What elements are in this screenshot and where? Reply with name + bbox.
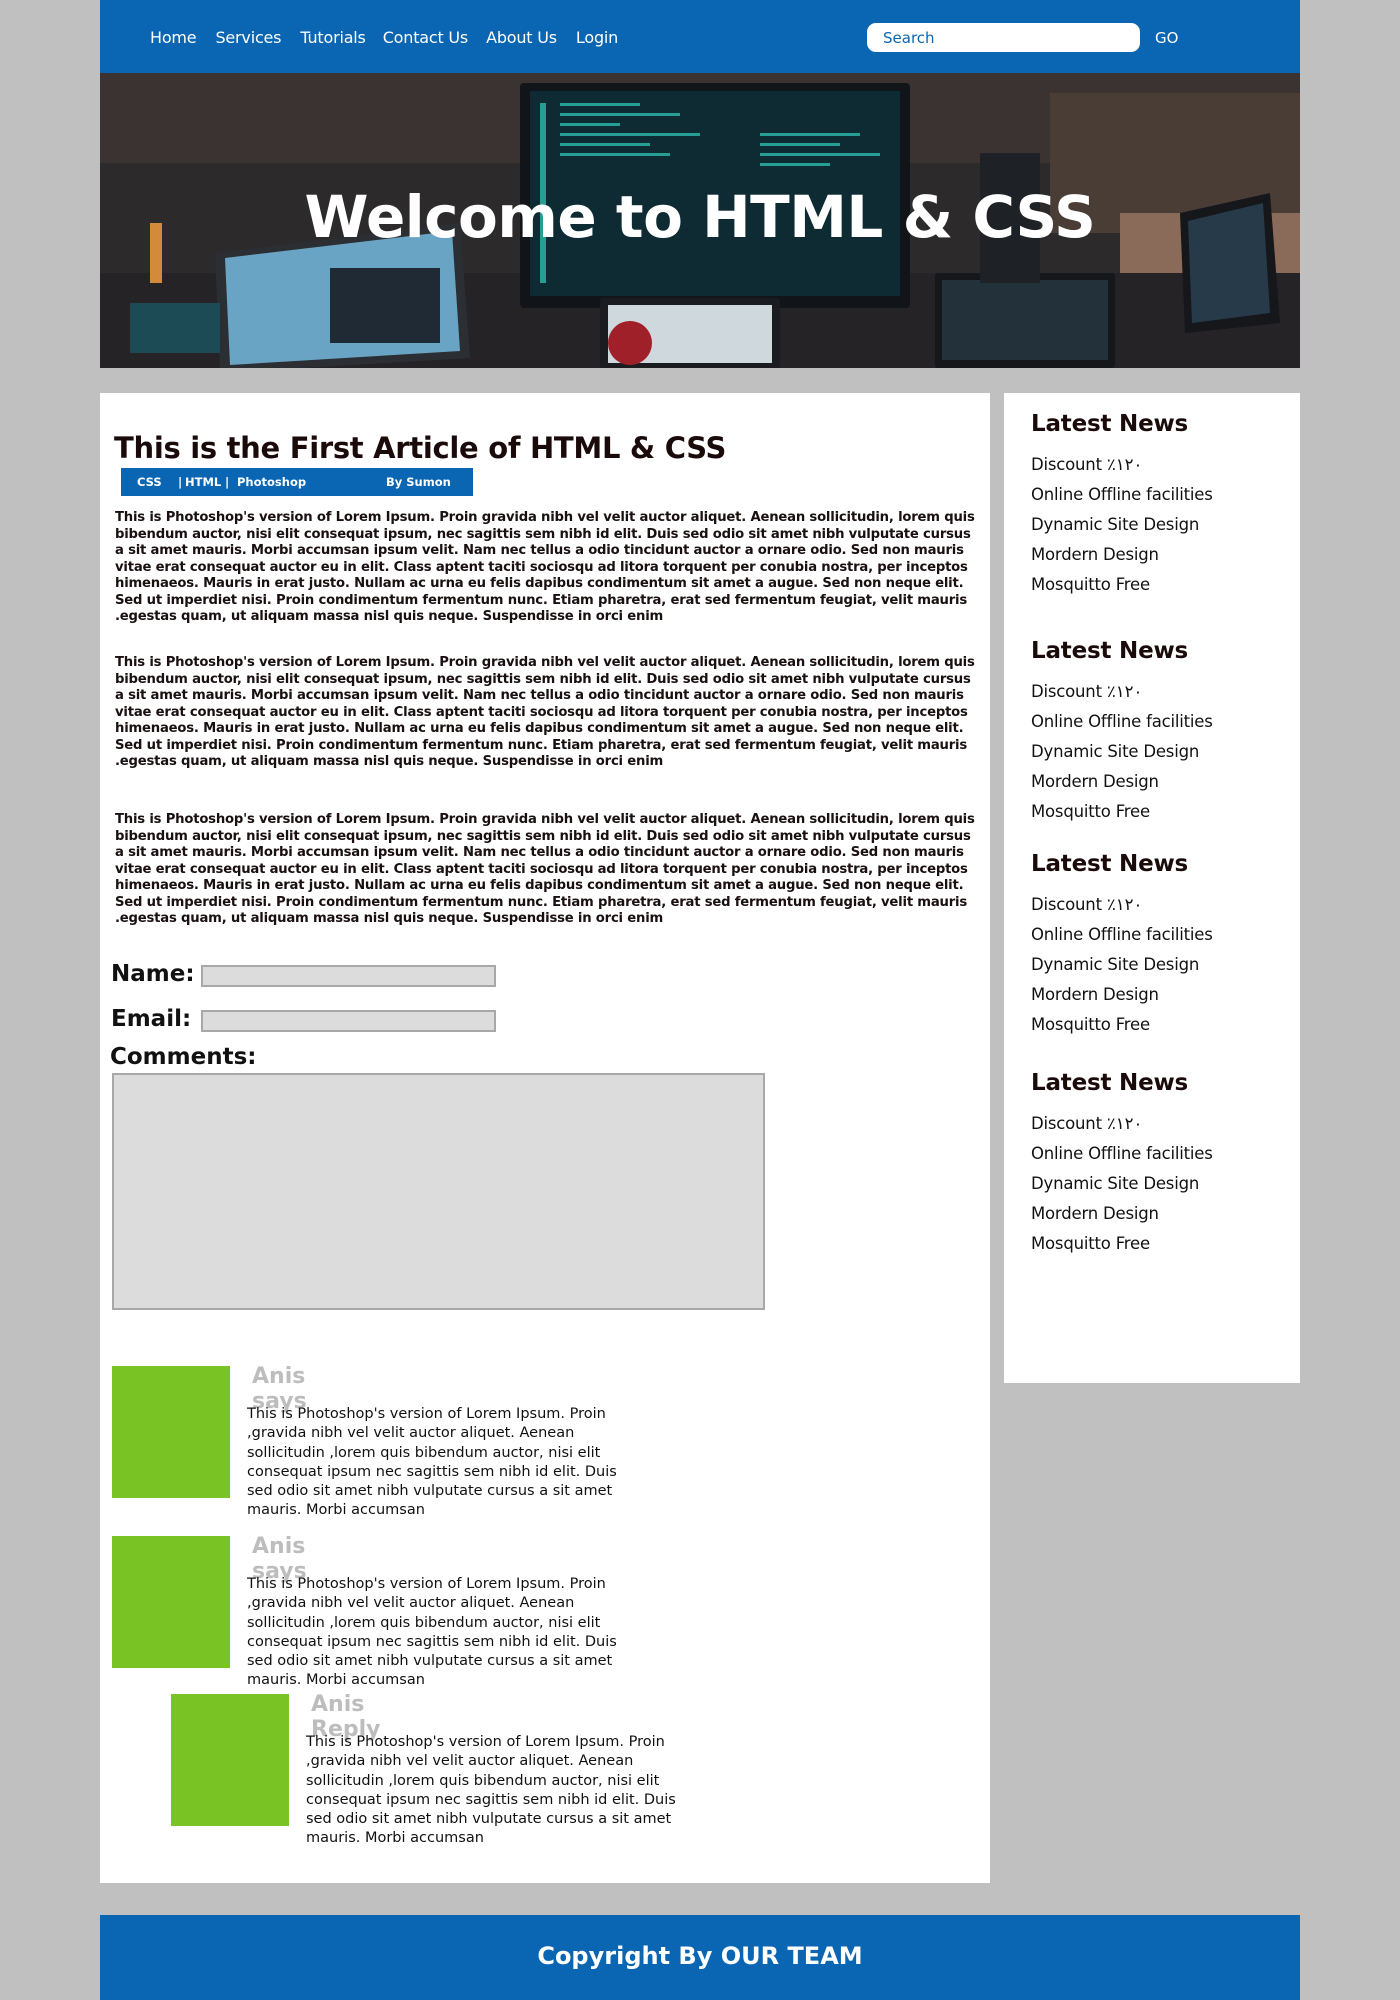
nav-services-link[interactable]: Services [215, 28, 281, 47]
avatar [171, 1694, 289, 1826]
comment-text: This is Photoshop's version of Lorem Ips… [247, 1576, 617, 1689]
search-input[interactable] [867, 23, 1140, 52]
email-label: Email: [111, 1006, 192, 1032]
main-content: This is the First Article of HTML & CSS … [100, 393, 990, 1883]
news-item-link[interactable]: Discount ٪١٢٠ [1031, 455, 1213, 485]
footer: Copyright By OUR TEAM [100, 1915, 1300, 2000]
news-item-link[interactable]: Dynamic Site Design [1031, 515, 1213, 545]
news-item-link[interactable]: Mosquitto Free [1031, 575, 1213, 605]
hero-title: Welcome to HTML & CSS [304, 183, 1096, 251]
article-paragraph: This is Photoshop's version of Lorem Ips… [115, 812, 975, 926]
sidebar: Latest News Discount ٪١٢٠ Online Offline… [1004, 393, 1300, 1383]
tag-css-link[interactable]: CSS [137, 475, 162, 489]
comment-text: This is Photoshop's version of Lorem Ips… [247, 1406, 617, 1519]
comments-textarea[interactable] [112, 1073, 765, 1310]
go-button[interactable]: GO [1155, 29, 1178, 47]
navbar: Home Services Tutorials Contact Us About… [100, 0, 1300, 73]
article-author: By Sumon [386, 475, 451, 489]
tag-separator: | [225, 475, 230, 489]
latest-news-title: Latest News [1031, 1070, 1189, 1096]
avatar [112, 1536, 230, 1668]
hero-banner: Welcome to HTML & CSS [100, 73, 1300, 368]
avatar [112, 1366, 230, 1498]
comment-text: This is Photoshop's version of Lorem Ips… [306, 1734, 676, 1847]
article-paragraph: This is Photoshop's version of Lorem Ips… [115, 510, 975, 624]
news-item-link[interactable]: Online Offline facilities [1031, 485, 1213, 515]
latest-news-block: Latest News Discount ٪١٢٠ Online Offline… [1031, 1070, 1213, 1264]
news-item-link[interactable]: Dynamic Site Design [1031, 742, 1213, 772]
news-item-link[interactable]: Discount ٪١٢٠ [1031, 682, 1213, 712]
news-item-link[interactable]: Discount ٪١٢٠ [1031, 895, 1213, 925]
nav-tutorials-link[interactable]: Tutorials [300, 28, 366, 47]
email-field[interactable] [201, 1010, 496, 1032]
tag-html-link[interactable]: HTML [185, 475, 221, 489]
tag-separator: | [178, 475, 183, 489]
footer-copyright: Copyright By OUR TEAM [537, 1942, 863, 1970]
nav-about-link[interactable]: About Us [486, 28, 557, 47]
news-item-link[interactable]: Dynamic Site Design [1031, 955, 1213, 985]
latest-news-block: Latest News Discount ٪١٢٠ Online Offline… [1031, 638, 1213, 832]
nav-home-link[interactable]: Home [150, 28, 197, 47]
article-meta-bar: CSS | HTML | Photoshop By Sumon [121, 468, 473, 496]
nav-links: Home Services Tutorials Contact Us About… [150, 28, 637, 47]
latest-news-block: Latest News Discount ٪١٢٠ Online Offline… [1031, 411, 1213, 605]
news-item-link[interactable]: Mosquitto Free [1031, 1234, 1213, 1264]
news-item-link[interactable]: Mordern Design [1031, 545, 1213, 575]
comments-label: Comments: [110, 1044, 257, 1070]
article-title: This is the First Article of HTML & CSS [114, 431, 727, 465]
tag-photoshop-link[interactable]: Photoshop [237, 475, 306, 489]
latest-news-title: Latest News [1031, 638, 1189, 664]
news-item-link[interactable]: Mordern Design [1031, 985, 1213, 1015]
news-item-link[interactable]: Mosquitto Free [1031, 1015, 1213, 1045]
article-paragraph: This is Photoshop's version of Lorem Ips… [115, 655, 975, 769]
news-item-link[interactable]: Online Offline facilities [1031, 712, 1213, 742]
news-item-link[interactable]: Mordern Design [1031, 772, 1213, 802]
news-item-link[interactable]: Discount ٪١٢٠ [1031, 1114, 1213, 1144]
news-item-link[interactable]: Mordern Design [1031, 1204, 1213, 1234]
news-item-link[interactable]: Mosquitto Free [1031, 802, 1213, 832]
name-field[interactable] [201, 965, 496, 987]
latest-news-title: Latest News [1031, 411, 1189, 437]
latest-news-block: Latest News Discount ٪١٢٠ Online Offline… [1031, 851, 1213, 1045]
nav-contact-link[interactable]: Contact Us [383, 28, 469, 47]
news-item-link[interactable]: Dynamic Site Design [1031, 1174, 1213, 1204]
news-item-link[interactable]: Online Offline facilities [1031, 1144, 1213, 1174]
news-item-link[interactable]: Online Offline facilities [1031, 925, 1213, 955]
latest-news-title: Latest News [1031, 851, 1189, 877]
nav-login-link[interactable]: Login [576, 28, 618, 47]
name-label: Name: [111, 961, 195, 987]
